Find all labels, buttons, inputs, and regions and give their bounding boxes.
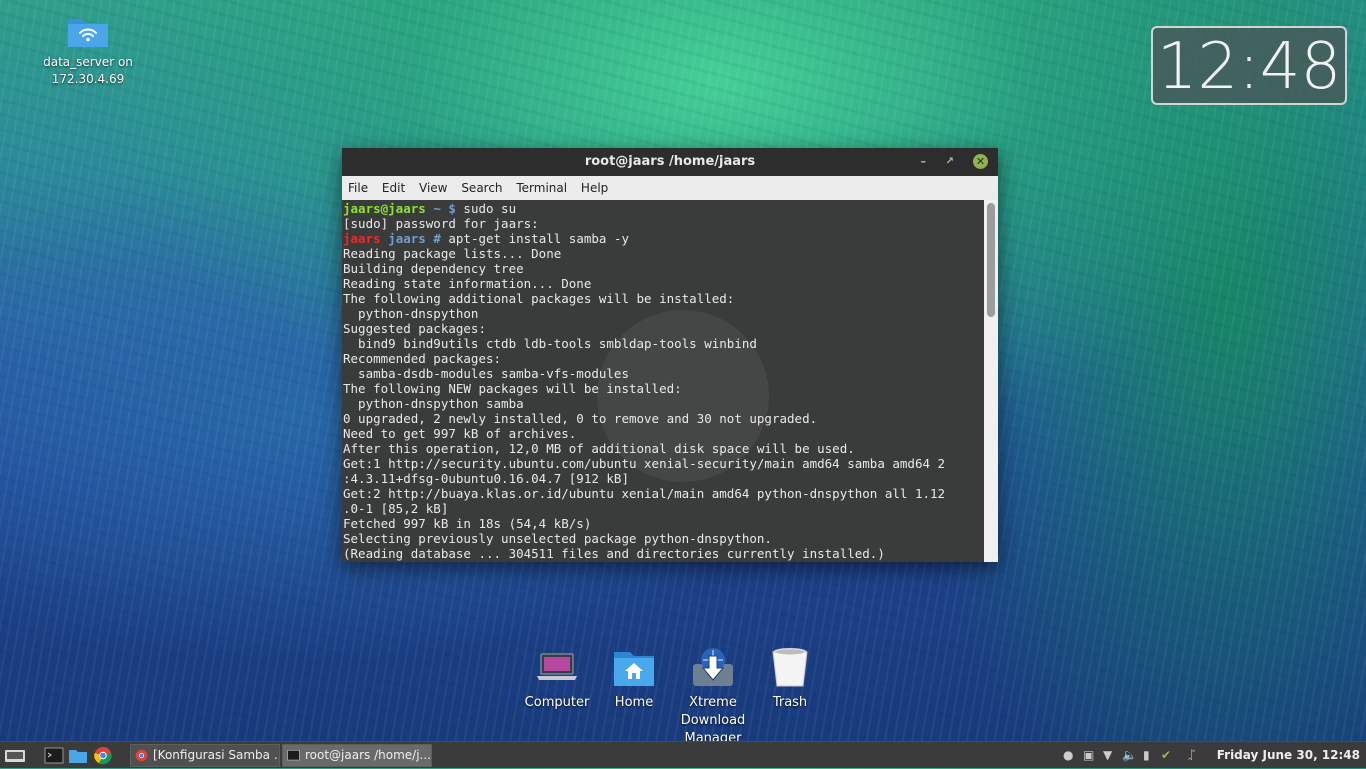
dock-trash-label: Trash <box>772 695 808 710</box>
terminal-line: .0-1 [85,2 kB] <box>343 501 449 516</box>
menu-help[interactable]: Help <box>581 176 608 200</box>
task-chrome-label: [Konfigurasi Samba ... <box>153 748 280 762</box>
task-terminal-label: root@jaars /home/j... <box>305 748 431 762</box>
terminal-line: python-dnspython samba <box>343 396 524 411</box>
terminal-line: samba-dsdb-modules samba-vfs-modules <box>343 366 629 381</box>
prompt-user: jaars <box>343 231 381 246</box>
terminal-line: :4.3.11+dfsg-0ubuntu0.16.04.7 [912 kB] <box>343 471 629 486</box>
files-launcher-icon[interactable] <box>68 745 88 766</box>
menu-edit[interactable]: Edit <box>382 176 405 200</box>
screenshot-icon[interactable]: ▣ <box>1083 742 1094 769</box>
taskbar: [Konfigurasi Samba ... root@jaars /home/… <box>0 741 1366 768</box>
dock-computer-label: Computer <box>524 695 590 710</box>
minimize-button[interactable]: – <box>921 148 927 176</box>
prompt-path: jaars # <box>380 231 441 246</box>
network-icon[interactable]: ▼ <box>1103 742 1112 769</box>
chrome-launcher-icon[interactable] <box>93 745 113 766</box>
dock-xdm-label-1: Xtreme Download <box>680 695 746 728</box>
terminal-line: Reading state information... Done <box>343 276 592 291</box>
terminal-line: The following additional packages will b… <box>343 291 735 306</box>
prompt-path: ~ $ <box>425 201 456 216</box>
terminal-line: jaars jaars # apt-get install samba -y <box>343 231 984 246</box>
terminal-line: Recommended packages: <box>343 351 502 366</box>
terminal-line: python-dnspython <box>343 306 479 321</box>
clock-widget: 12:48 <box>1151 26 1347 105</box>
chrome-icon <box>135 749 148 762</box>
terminal-line: bind9 bind9utils ctdb ldb-tools smbldap-… <box>343 336 757 351</box>
terminal-line: Get:2 http://buaya.klas.or.id/ubuntu xen… <box>343 486 946 501</box>
terminal-line: (Reading database ... 304511 files and d… <box>343 546 885 561</box>
scrollbar-thumb[interactable] <box>987 203 995 317</box>
terminal-line: Fetched 997 kB in 18s (54,4 kB/s) <box>343 516 592 531</box>
bluetooth-icon[interactable]: ᛢ <box>1188 742 1195 769</box>
terminal-line: 0 upgraded, 2 newly installed, 0 to remo… <box>343 411 818 426</box>
terminal-line: Get:1 http://security.ubuntu.com/ubuntu … <box>343 456 946 471</box>
terminal-line: Building dependency tree <box>343 261 524 276</box>
terminal-line: Need to get 997 kB of archives. <box>343 426 577 441</box>
terminal-menubar: File Edit View Search Terminal Help <box>342 176 998 200</box>
home-folder-icon <box>610 646 658 690</box>
terminal-line: Reading package lists... Done <box>343 246 562 261</box>
desktop-icon-label-2: 172.30.4.69 <box>51 72 125 86</box>
dock-computer[interactable]: Computer <box>523 646 591 712</box>
desktop-icon-data-server[interactable]: data_server on 172.30.4.69 <box>36 14 140 88</box>
user-icon[interactable]: ● <box>1063 742 1073 769</box>
menu-button[interactable] <box>4 745 26 766</box>
task-terminal-window[interactable]: root@jaars /home/j... <box>282 744 432 767</box>
terminal-line: Suggested packages: <box>343 321 486 336</box>
dock-home-label: Home <box>614 695 654 710</box>
desktop-icon-label-1: data_server on <box>43 55 133 69</box>
prompt-user: jaars@jaars <box>343 201 426 216</box>
maximize-button[interactable]: ↗ <box>946 148 954 176</box>
menu-search[interactable]: Search <box>461 176 502 200</box>
taskbar-datetime[interactable]: Friday June 30, 12:48 <box>1217 742 1360 769</box>
dock-home[interactable]: Home <box>608 646 660 712</box>
close-button[interactable]: ✕ <box>973 154 988 169</box>
terminal-line: After this operation, 12,0 MB of additio… <box>343 441 855 456</box>
computer-icon <box>533 646 581 690</box>
menu-terminal[interactable]: Terminal <box>516 176 567 200</box>
trash-icon <box>766 646 814 690</box>
window-titlebar[interactable]: root@jaars /home/jaars – ↗ ✕ <box>342 148 998 176</box>
dock-trash[interactable]: Trash <box>766 646 814 712</box>
terminal-line: [sudo] password for jaars: <box>343 216 539 231</box>
menu-view[interactable]: View <box>419 176 447 200</box>
shield-icon[interactable]: ✔ <box>1161 742 1171 769</box>
task-chrome-window[interactable]: [Konfigurasi Samba ... <box>130 744 280 767</box>
prompt-command: sudo su <box>455 201 517 216</box>
battery-icon[interactable]: ▮ <box>1143 742 1150 769</box>
terminal-line: Selecting previously unselected package … <box>343 531 772 546</box>
terminal-line: jaars@jaars ~ $ sudo su <box>343 201 984 216</box>
terminal-icon <box>287 749 300 761</box>
terminal-output[interactable]: jaars@jaars ~ $ sudo su [sudo] password f… <box>342 200 984 562</box>
dock-xtreme-download-manager[interactable]: Xtreme Download Manager <box>656 646 770 748</box>
menu-file[interactable]: File <box>348 176 368 200</box>
terminal-launcher-icon[interactable] <box>44 745 64 766</box>
terminal-scrollbar[interactable] <box>984 200 998 562</box>
terminal-line: The following NEW packages will be insta… <box>343 381 682 396</box>
volume-icon[interactable]: 🔈 <box>1122 742 1137 769</box>
download-manager-icon <box>689 646 737 690</box>
prompt-command: apt-get install samba -y <box>440 231 630 246</box>
terminal-window[interactable]: root@jaars /home/jaars – ↗ ✕ File Edit V… <box>342 148 998 562</box>
network-folder-icon <box>67 14 109 48</box>
window-title: root@jaars /home/jaars <box>584 154 756 169</box>
